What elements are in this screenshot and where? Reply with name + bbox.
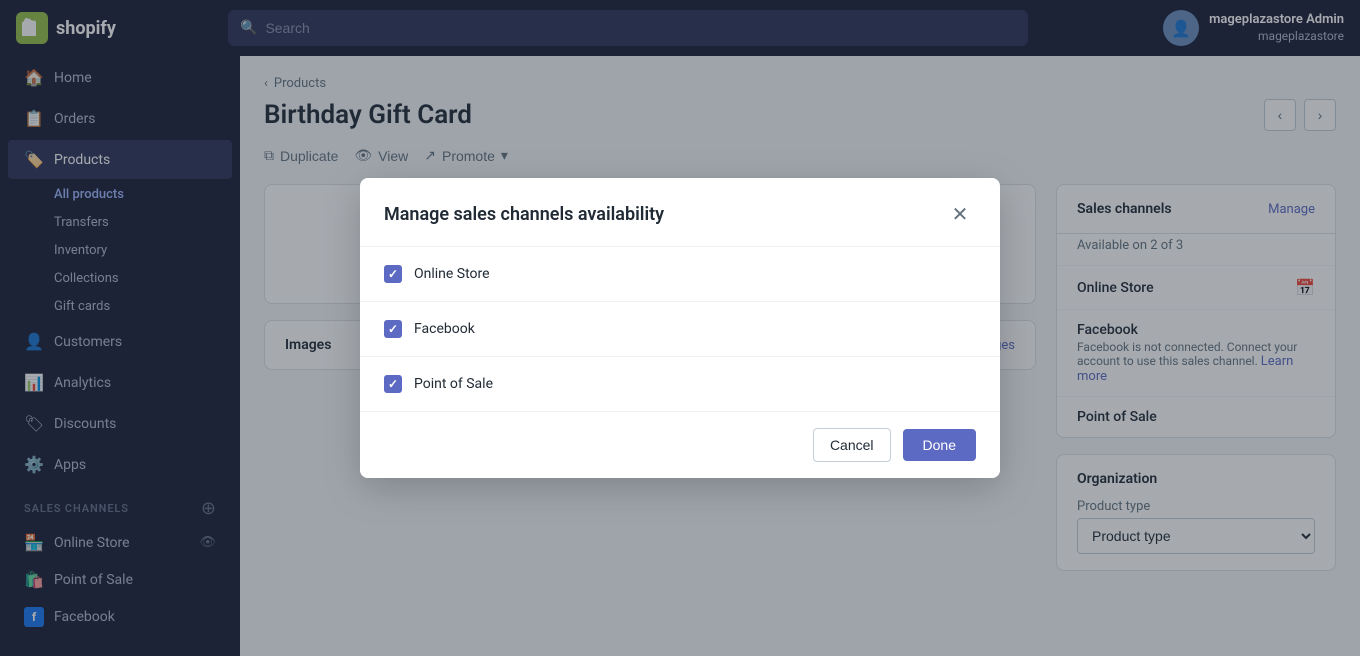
modal-header: Manage sales channels availability ✕: [360, 178, 1000, 247]
modal-channel-row-online-store: Online Store: [360, 247, 1000, 302]
online-store-channel-label[interactable]: Online Store: [414, 266, 490, 282]
online-store-checkbox[interactable]: [384, 265, 402, 283]
modal-body: Online Store Facebook Point of Sale: [360, 247, 1000, 411]
pos-channel-label[interactable]: Point of Sale: [414, 376, 493, 392]
modal-overlay[interactable]: Manage sales channels availability ✕ Onl…: [0, 0, 1360, 656]
modal-title: Manage sales channels availability: [384, 204, 664, 225]
modal-channel-row-facebook: Facebook: [360, 302, 1000, 357]
done-button[interactable]: Done: [903, 429, 976, 461]
modal-footer: Cancel Done: [360, 411, 1000, 478]
modal: Manage sales channels availability ✕ Onl…: [360, 178, 1000, 478]
modal-close-button[interactable]: ✕: [944, 198, 976, 230]
modal-channel-row-pos: Point of Sale: [360, 357, 1000, 411]
facebook-checkbox[interactable]: [384, 320, 402, 338]
facebook-channel-label[interactable]: Facebook: [414, 321, 475, 337]
cancel-button[interactable]: Cancel: [813, 428, 891, 462]
pos-checkbox[interactable]: [384, 375, 402, 393]
